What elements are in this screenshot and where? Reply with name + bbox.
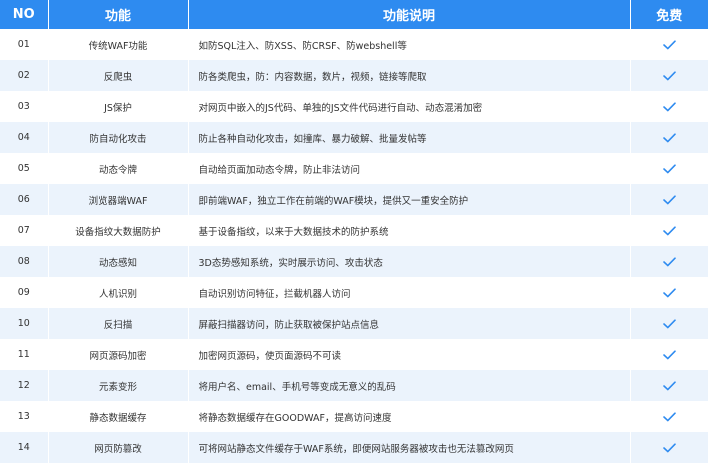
row-number: 11 (0, 339, 49, 370)
row-function: 设备指纹大数据防护 (48, 215, 189, 246)
row-number: 05 (0, 153, 49, 184)
checkmark-icon (662, 287, 676, 298)
row-function: 反扫描 (48, 308, 189, 339)
checkmark-icon (662, 225, 676, 236)
row-number: 04 (0, 122, 49, 153)
row-free-cell (630, 308, 708, 339)
table-row: 12 元素变形 将用户名、email、手机号等变成无意义的乱码 (0, 370, 708, 401)
row-function: 浏览器端WAF (48, 184, 189, 215)
row-number: 12 (0, 370, 49, 401)
row-function: 动态令牌 (48, 153, 189, 184)
header-description: 功能说明 (188, 0, 631, 29)
table-header-row: NO 功能 功能说明 免费 (0, 0, 708, 29)
checkmark-icon (662, 411, 676, 422)
row-description: 自动识别访问特征，拦截机器人访问 (188, 277, 631, 308)
row-free-cell (630, 153, 708, 184)
row-free-cell (630, 246, 708, 277)
table-row: 02 反爬虫 防各类爬虫，防：内容数据，数片，视频，链接等爬取 (0, 60, 708, 91)
row-function: 防自动化攻击 (48, 122, 189, 153)
row-free-cell (630, 432, 708, 463)
row-number: 13 (0, 401, 49, 432)
checkmark-icon (662, 39, 676, 50)
row-description: 将静态数据缓存在GOODWAF，提高访问速度 (188, 401, 631, 432)
row-description: 基于设备指纹，以来于大数据技术的防护系统 (188, 215, 631, 246)
row-description: 对网页中嵌入的JS代码、单独的JS文件代码进行自动、动态混淆加密 (188, 91, 631, 122)
row-free-cell (630, 122, 708, 153)
row-number: 09 (0, 277, 49, 308)
checkmark-icon (662, 256, 676, 267)
row-function: 动态感知 (48, 246, 189, 277)
row-free-cell (630, 91, 708, 122)
table-row: 04 防自动化攻击 防止各种自动化攻击，如撞库、暴力破解、批量发帖等 (0, 122, 708, 153)
row-number: 02 (0, 60, 49, 91)
row-function: 反爬虫 (48, 60, 189, 91)
table-row: 03 JS保护 对网页中嵌入的JS代码、单独的JS文件代码进行自动、动态混淆加密 (0, 91, 708, 122)
header-no: NO (0, 0, 49, 29)
row-number: 10 (0, 308, 49, 339)
row-free-cell (630, 184, 708, 215)
table-row: 01 传统WAF功能 如防SQL注入、防XSS、防CRSF、防webshell等 (0, 29, 708, 60)
table-row: 08 动态感知 3D态势感知系统，实时展示访问、攻击状态 (0, 246, 708, 277)
checkmark-icon (662, 101, 676, 112)
row-function: 人机识别 (48, 277, 189, 308)
row-description: 屏蔽扫描器访问，防止获取被保护站点信息 (188, 308, 631, 339)
row-description: 将用户名、email、手机号等变成无意义的乱码 (188, 370, 631, 401)
row-number: 03 (0, 91, 49, 122)
row-function: JS保护 (48, 91, 189, 122)
row-number: 14 (0, 432, 49, 463)
table-row: 10 反扫描 屏蔽扫描器访问，防止获取被保护站点信息 (0, 308, 708, 339)
row-description: 即前端WAF，独立工作在前端的WAF模块，提供又一重安全防护 (188, 184, 631, 215)
row-description: 防各类爬虫，防：内容数据，数片，视频，链接等爬取 (188, 60, 631, 91)
row-free-cell (630, 29, 708, 60)
checkmark-icon (662, 349, 676, 360)
table-row: 06 浏览器端WAF 即前端WAF，独立工作在前端的WAF模块，提供又一重安全防… (0, 184, 708, 215)
header-free: 免费 (630, 0, 708, 29)
row-free-cell (630, 339, 708, 370)
row-free-cell (630, 277, 708, 308)
checkmark-icon (662, 70, 676, 81)
row-number: 07 (0, 215, 49, 246)
row-description: 自动给页面加动态令牌，防止非法访问 (188, 153, 631, 184)
row-function: 网页防篡改 (48, 432, 189, 463)
row-function: 传统WAF功能 (48, 29, 189, 60)
table-row: 14 网页防篡改 可将网站静态文件缓存于WAF系统，即便网站服务器被攻击也无法篡… (0, 432, 708, 463)
row-description: 防止各种自动化攻击，如撞库、暴力破解、批量发帖等 (188, 122, 631, 153)
row-function: 静态数据缓存 (48, 401, 189, 432)
row-free-cell (630, 60, 708, 91)
table-row: 07 设备指纹大数据防护 基于设备指纹，以来于大数据技术的防护系统 (0, 215, 708, 246)
table-row: 13 静态数据缓存 将静态数据缓存在GOODWAF，提高访问速度 (0, 401, 708, 432)
row-description: 可将网站静态文件缓存于WAF系统，即便网站服务器被攻击也无法篡改网页 (188, 432, 631, 463)
row-free-cell (630, 370, 708, 401)
row-function: 元素变形 (48, 370, 189, 401)
row-description: 如防SQL注入、防XSS、防CRSF、防webshell等 (188, 29, 631, 60)
row-number: 06 (0, 184, 49, 215)
row-description: 3D态势感知系统，实时展示访问、攻击状态 (188, 246, 631, 277)
row-description: 加密网页源码，使页面源码不可读 (188, 339, 631, 370)
row-number: 08 (0, 246, 49, 277)
row-free-cell (630, 215, 708, 246)
table-row: 11 网页源码加密 加密网页源码，使页面源码不可读 (0, 339, 708, 370)
checkmark-icon (662, 380, 676, 391)
header-function: 功能 (48, 0, 189, 29)
checkmark-icon (662, 194, 676, 205)
table-row: 05 动态令牌 自动给页面加动态令牌，防止非法访问 (0, 153, 708, 184)
row-number: 01 (0, 29, 49, 60)
checkmark-icon (662, 318, 676, 329)
checkmark-icon (662, 132, 676, 143)
row-function: 网页源码加密 (48, 339, 189, 370)
row-free-cell (630, 401, 708, 432)
table-body: 01 传统WAF功能 如防SQL注入、防XSS、防CRSF、防webshell等… (0, 29, 708, 463)
table-row: 09 人机识别 自动识别访问特征，拦截机器人访问 (0, 277, 708, 308)
checkmark-icon (662, 163, 676, 174)
checkmark-icon (662, 442, 676, 453)
feature-table: NO 功能 功能说明 免费 01 传统WAF功能 如防SQL注入、防XSS、防C… (0, 0, 708, 463)
